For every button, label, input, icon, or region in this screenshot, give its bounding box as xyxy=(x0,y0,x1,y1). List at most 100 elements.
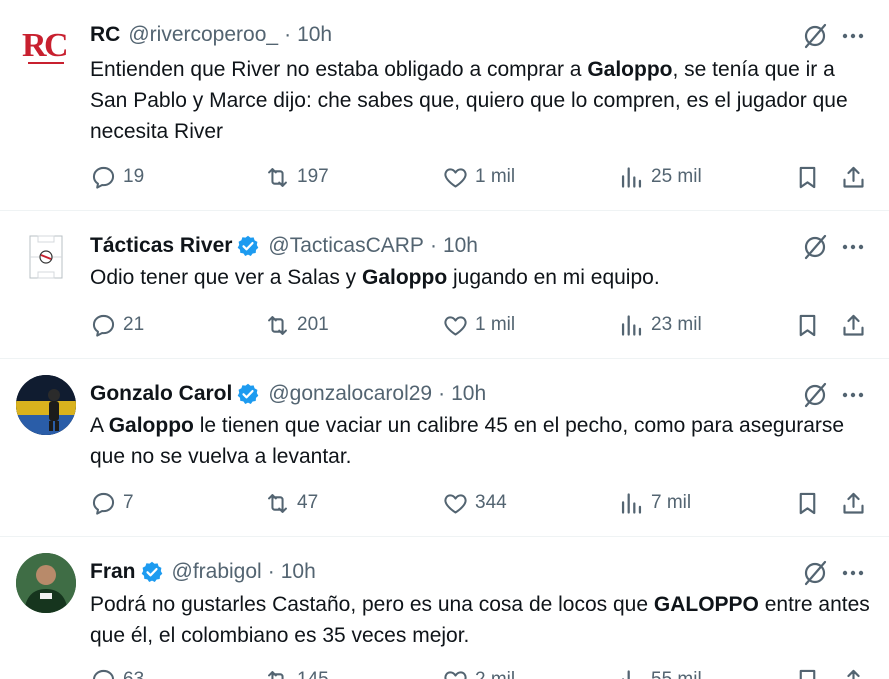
repost-button[interactable]: 47 xyxy=(264,488,318,518)
reply-icon xyxy=(92,166,115,189)
repost-count: 197 xyxy=(297,166,329,187)
more-options-icon[interactable] xyxy=(839,559,867,587)
bookmark-icon xyxy=(799,669,816,679)
author-handle[interactable]: @TacticasCARP xyxy=(268,234,424,258)
avatar[interactable] xyxy=(16,375,76,435)
heart-icon xyxy=(444,315,467,336)
author-name[interactable]: Gonzalo Carol xyxy=(90,382,232,406)
tweet-text-segment: A xyxy=(90,414,109,437)
more-options-icon[interactable] xyxy=(839,233,867,261)
more-options-icon[interactable] xyxy=(839,22,867,50)
reply-count: 21 xyxy=(123,314,145,335)
tweet-actions: 19 197 1 mil 25 mil xyxy=(90,162,870,192)
bookmark-button[interactable] xyxy=(794,162,821,192)
bookmark-button[interactable] xyxy=(794,310,821,340)
bookmark-button[interactable] xyxy=(794,665,821,679)
repost-icon xyxy=(268,315,287,335)
views-icon xyxy=(621,492,642,514)
author-name[interactable]: Fran xyxy=(90,560,136,584)
grok-icon[interactable] xyxy=(801,559,829,587)
share-button[interactable] xyxy=(840,665,867,679)
svg-text:C: C xyxy=(44,27,69,64)
timestamp[interactable]: 10h xyxy=(443,234,478,258)
tweet[interactable]: Fran @frabigol · 10h Podrá no gustarles … xyxy=(0,537,889,679)
views-icon xyxy=(621,314,642,336)
author-name[interactable]: RC xyxy=(90,23,120,47)
like-button[interactable]: 344 xyxy=(442,488,507,518)
timestamp[interactable]: 10h xyxy=(297,23,332,47)
profile-photo-icon xyxy=(16,375,76,435)
repost-button[interactable]: 197 xyxy=(264,162,329,192)
views-button[interactable]: 55 mil xyxy=(618,665,702,679)
repost-button[interactable]: 201 xyxy=(264,310,329,340)
reply-icon xyxy=(92,314,115,337)
like-count: 1 mil xyxy=(475,166,516,187)
share-icon xyxy=(843,314,864,336)
author-handle[interactable]: @rivercoperoo_ xyxy=(128,23,278,47)
tweet-text-segment: Entienden que River no estaba obligado a… xyxy=(90,58,588,81)
timestamp[interactable]: 10h xyxy=(281,560,316,584)
repost-icon xyxy=(268,167,287,187)
views-count: 23 mil xyxy=(651,314,702,335)
tweet-text: A Galoppo le tienen que vaciar un calibr… xyxy=(90,410,870,472)
grok-icon[interactable] xyxy=(801,381,829,409)
author-handle[interactable]: @gonzalocarol29 xyxy=(268,382,432,406)
repost-button[interactable]: 145 xyxy=(264,665,329,679)
like-count: 1 mil xyxy=(475,314,516,335)
avatar[interactable]: R C xyxy=(16,16,76,76)
grok-icon[interactable] xyxy=(801,22,829,50)
tweet-header: Fran @frabigol · 10h xyxy=(90,557,316,587)
avatar[interactable] xyxy=(16,227,76,287)
views-button[interactable]: 23 mil xyxy=(618,310,702,340)
share-button[interactable] xyxy=(840,310,867,340)
tweet[interactable]: Gonzalo Carol @gonzalocarol29 · 10h A Ga… xyxy=(0,359,889,537)
highlighted-keyword: Galoppo xyxy=(362,266,448,289)
timestamp[interactable]: 10h xyxy=(451,382,486,406)
reply-count: 19 xyxy=(123,166,145,187)
reply-count: 7 xyxy=(123,492,134,513)
tweet[interactable]: R C RC @rivercoperoo_ · 10h Entienden qu… xyxy=(0,0,889,211)
share-icon xyxy=(843,492,864,514)
heart-icon xyxy=(444,493,467,514)
reply-button[interactable]: 63 xyxy=(90,665,144,679)
views-icon xyxy=(621,166,642,188)
reply-button[interactable]: 19 xyxy=(90,162,144,192)
like-button[interactable]: 1 mil xyxy=(442,162,515,192)
heart-icon xyxy=(444,167,467,188)
views-count: 55 mil xyxy=(651,669,702,679)
share-button[interactable] xyxy=(840,162,867,192)
views-icon xyxy=(621,669,635,679)
separator-dot: · xyxy=(429,234,437,257)
views-count: 25 mil xyxy=(651,166,702,187)
avatar[interactable] xyxy=(16,553,76,613)
bookmark-button[interactable] xyxy=(794,488,821,518)
views-count: 7 mil xyxy=(651,492,692,513)
heart-icon xyxy=(444,670,467,679)
reply-count: 63 xyxy=(123,669,144,679)
tweet-text: Entienden que River no estaba obligado a… xyxy=(90,54,870,147)
share-button[interactable] xyxy=(840,488,867,518)
author-name[interactable]: Tácticas River xyxy=(90,234,232,258)
tactics-board-icon xyxy=(29,235,63,279)
views-button[interactable]: 25 mil xyxy=(618,162,702,192)
tweet-text: Odio tener que ver a Salas y Galoppo jug… xyxy=(90,262,870,293)
tweet-header: RC @rivercoperoo_ · 10h xyxy=(90,20,332,50)
views-button[interactable]: 7 mil xyxy=(618,488,691,518)
tweet-text-segment: jugando en mi equipo. xyxy=(447,266,660,289)
bookmark-icon xyxy=(799,166,816,188)
grok-icon[interactable] xyxy=(801,233,829,261)
highlighted-keyword: Galoppo xyxy=(108,414,194,437)
repost-count: 201 xyxy=(297,314,329,335)
like-button[interactable]: 2 mil xyxy=(442,665,515,679)
like-button[interactable]: 1 mil xyxy=(442,310,515,340)
tweet-header: Tácticas River @TacticasCARP · 10h xyxy=(90,231,478,261)
reply-button[interactable]: 7 xyxy=(90,488,134,518)
author-handle[interactable]: @frabigol xyxy=(172,560,262,584)
verified-badge-icon xyxy=(236,234,260,258)
tweet[interactable]: Tácticas River @TacticasCARP · 10h Odio … xyxy=(0,211,889,359)
reply-button[interactable]: 21 xyxy=(90,310,144,340)
more-options-icon[interactable] xyxy=(839,381,867,409)
rc-logo-icon: R C xyxy=(22,27,69,64)
reply-icon xyxy=(92,669,115,679)
verified-badge-icon xyxy=(236,382,260,406)
